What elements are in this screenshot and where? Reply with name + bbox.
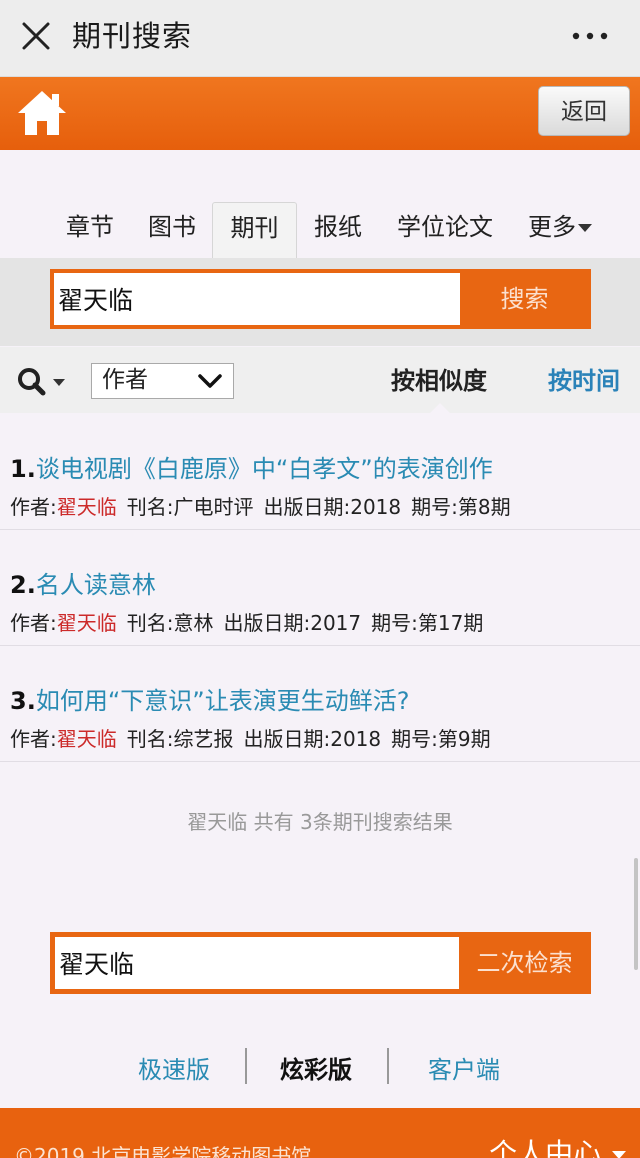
field-select[interactable]: 作者 [91, 363, 234, 399]
result-title[interactable]: 3.如何用“下意识”让表演更生动鲜活? [10, 681, 409, 716]
filter-bar: 作者 按相似度 按时间 [0, 347, 640, 413]
list-item: 3.如何用“下意识”让表演更生动鲜活? 作者:翟天临 刊名:综艺报 出版日期:201… [0, 645, 640, 762]
secondary-search-button[interactable]: 二次检索 [462, 937, 587, 989]
category-tabs: 章节 图书 期刊 报纸 学位论文 更多 [0, 202, 640, 258]
tab-theses[interactable]: 学位论文 [390, 202, 500, 258]
result-author[interactable]: 翟天临 [57, 495, 117, 519]
client-link[interactable]: 客户端 [428, 1050, 500, 1085]
scrollbar[interactable] [634, 858, 638, 970]
search-box: 搜索 [50, 269, 591, 329]
search-input[interactable] [54, 273, 460, 325]
tab-newspapers[interactable]: 报纸 [306, 202, 370, 258]
personal-center-link[interactable]: 个人中心 [489, 1132, 626, 1158]
color-version-link[interactable]: 炫彩版 [280, 1050, 352, 1085]
result-title[interactable]: 2.名人读意林 [10, 565, 156, 600]
result-author[interactable]: 翟天临 [57, 611, 117, 635]
list-item: 2.名人读意林 作者:翟天临 刊名:意林 出版日期:2017 期号:第17期 [0, 529, 640, 646]
search-band: 搜索 [0, 258, 640, 346]
sort-by-similarity[interactable]: 按相似度 [391, 361, 487, 396]
list-item: 1.谈电视剧《白鹿原》中“白孝文”的表演创作 作者:翟天临 刊名:广电时评 出版日期… [0, 413, 640, 530]
search-scope-icon[interactable] [16, 367, 72, 397]
home-icon[interactable] [14, 87, 70, 139]
tab-chapters[interactable]: 章节 [58, 202, 122, 258]
chevron-down-icon [198, 374, 222, 388]
field-select-value: 作者 [102, 367, 148, 393]
active-sort-pointer [430, 403, 450, 413]
secondary-search-input[interactable] [55, 937, 459, 989]
secondary-search-box: 二次检索 [50, 932, 591, 994]
app-header: 返回 [0, 77, 640, 150]
result-author[interactable]: 翟天临 [57, 727, 117, 751]
fast-version-link[interactable]: 极速版 [138, 1050, 210, 1085]
sort-by-time[interactable]: 按时间 [548, 361, 620, 396]
tab-journals[interactable]: 期刊 [212, 202, 297, 258]
result-title[interactable]: 1.谈电视剧《白鹿原》中“白孝文”的表演创作 [10, 449, 493, 484]
copyright-text: ©2019 北京电影学院移动图书馆 [14, 1144, 312, 1158]
version-switch: 极速版 炫彩版 客户端 [0, 1046, 640, 1086]
close-icon[interactable] [20, 20, 52, 52]
result-meta: 作者:翟天临 刊名:意林 出版日期:2017 期号:第17期 [10, 611, 484, 635]
wechat-title-bar: 期刊搜索 [0, 0, 640, 77]
search-button[interactable]: 搜索 [462, 273, 587, 325]
result-meta: 作者:翟天临 刊名:综艺报 出版日期:2018 期号:第9期 [10, 727, 491, 751]
tab-more[interactable]: 更多 [520, 202, 600, 258]
result-summary: 翟天临 共有 3条期刊搜索结果 [187, 810, 453, 834]
more-dots-icon[interactable] [570, 24, 610, 48]
caret-down-icon [612, 1151, 626, 1158]
footer: ©2019 北京电影学院移动图书馆 个人中心 [0, 1108, 640, 1158]
divider [245, 1048, 247, 1084]
result-meta: 作者:翟天临 刊名:广电时评 出版日期:2018 期号:第8期 [10, 495, 511, 519]
tab-books[interactable]: 图书 [140, 202, 204, 258]
caret-down-icon [578, 224, 592, 232]
divider [387, 1048, 389, 1084]
back-button[interactable]: 返回 [538, 86, 630, 136]
page-title: 期刊搜索 [72, 19, 193, 53]
